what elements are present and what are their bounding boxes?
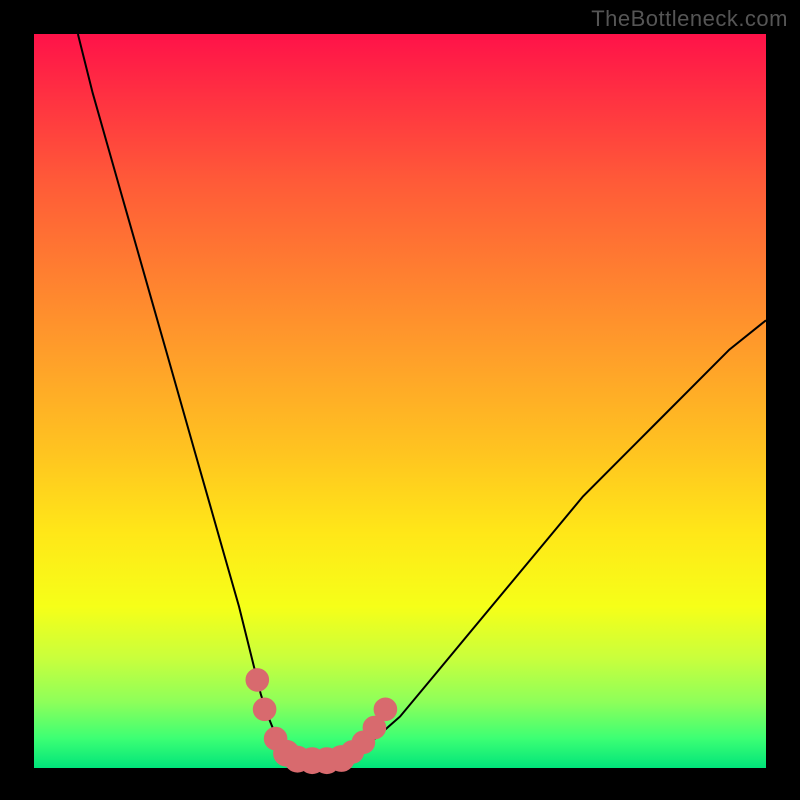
curve-markers <box>246 669 397 774</box>
curve-marker <box>374 698 397 721</box>
chart-stage: TheBottleneck.com <box>0 0 800 800</box>
plot-area <box>34 34 766 768</box>
bottleneck-curve <box>78 34 766 761</box>
curve-marker <box>253 698 276 721</box>
watermark-text: TheBottleneck.com <box>591 6 788 32</box>
curve-layer <box>34 34 766 768</box>
curve-marker <box>246 669 269 692</box>
